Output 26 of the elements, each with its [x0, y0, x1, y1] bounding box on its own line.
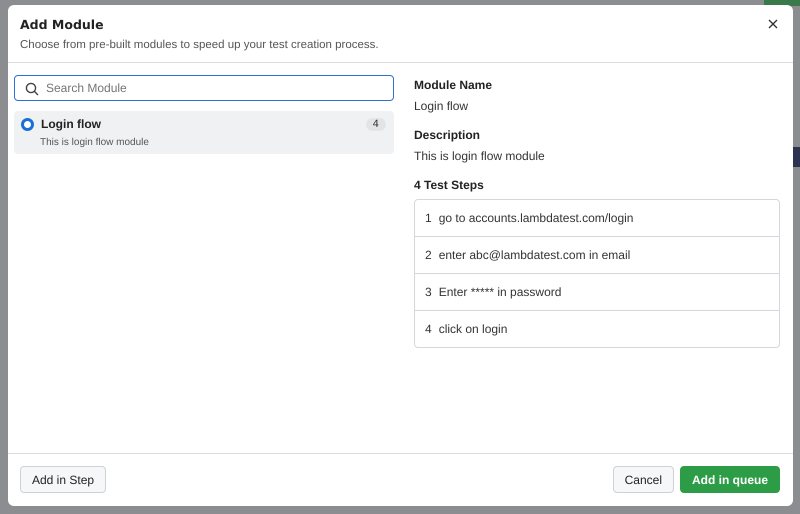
step-text: click on login: [438, 322, 508, 336]
search-icon: [25, 82, 39, 96]
module-description: This is login flow module: [40, 137, 150, 148]
module-item[interactable]: Login flow 4 This is login flow module: [14, 111, 394, 154]
field-label: Description: [414, 128, 482, 142]
dialog-subtitle: Choose from pre-built modules to speed up your test creation process.: [20, 39, 380, 51]
step-number: 3: [425, 285, 432, 299]
steps-heading: 4 Test Steps: [414, 178, 485, 192]
step-count: 4: [366, 118, 386, 130]
step-text: go to accounts.lambdatest.com/login: [438, 211, 634, 225]
step-text: Enter ***** in password: [438, 285, 562, 299]
add-in-queue-button[interactable]: Add in queue: [680, 466, 780, 493]
cancel-button[interactable]: Cancel: [612, 466, 674, 493]
step-number: 4: [425, 322, 432, 336]
step-number: 1: [425, 211, 432, 225]
step-text: enter abc@lambdatest.com in email: [438, 248, 630, 262]
step-number: 2: [425, 248, 432, 262]
description-value: This is login flow module: [414, 149, 546, 163]
add-in-step-button[interactable]: Add in Step: [20, 466, 106, 493]
dialog-title: Add Module: [20, 17, 105, 32]
field-label: Module Name: [414, 78, 494, 92]
close-icon[interactable]: [766, 17, 780, 31]
search-field[interactable]: Search Module: [14, 75, 394, 101]
radio-button[interactable]: [21, 118, 34, 130]
module-name-value: Login flow: [414, 99, 470, 113]
module-name: Login flow: [41, 117, 102, 131]
